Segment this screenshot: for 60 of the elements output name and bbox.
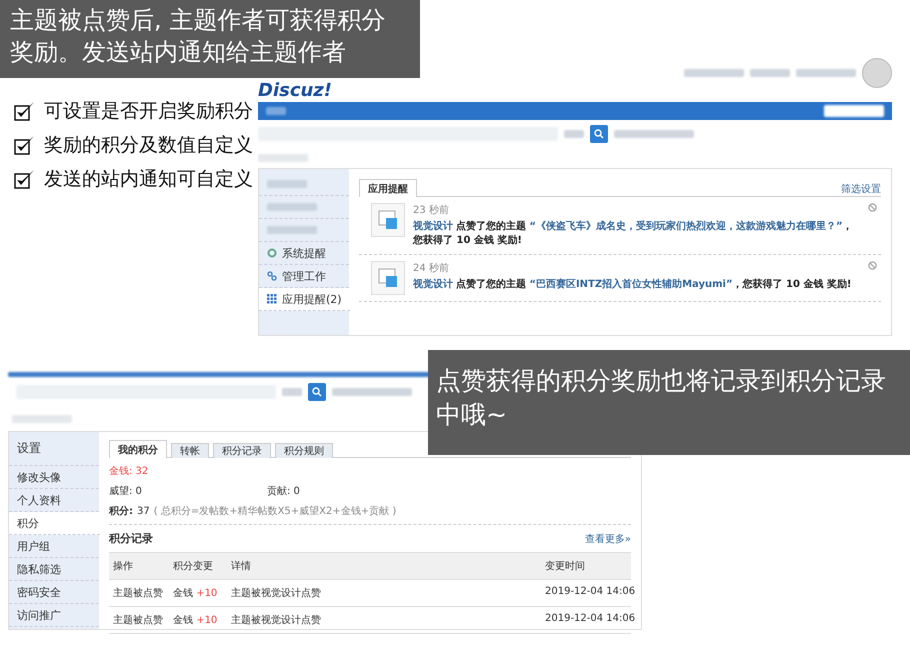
avatar [862,58,892,88]
sidebar-item[interactable]: 密码安全 [9,581,99,604]
search-icon [312,387,322,397]
caption: 主题被点赞后, 主题作者可获得积分奖励。发送站内通知给主题作者 [0,0,420,78]
credits-formula: ( 总积分=发帖数+精华帖数X5+威望X2+金钱+贡献 ) [154,504,396,518]
search-button[interactable] [590,125,608,143]
notification-time: 23 秒前 [413,204,450,217]
notification-time: 24 秒前 [413,262,450,275]
tab[interactable]: 应用提醒 [359,179,417,197]
checkbox-tick-icon [14,101,36,121]
notification-text: 视觉设计 点赞了您的主题 “巴西赛区INTZ招入首位女性辅助Mayumi”，您获得了 10 金钱 奖励! [413,278,852,292]
checkbox-tick-icon [14,135,36,155]
link-icon [267,271,277,281]
tab[interactable]: 我的积分 [109,440,167,458]
tab[interactable]: 积分记录 [213,443,271,458]
grid-icon [267,294,277,304]
app-icon [371,261,405,295]
app-icon [371,203,405,237]
total-credits-value: 37 [137,506,150,516]
credit-type: 金钱 [173,615,193,626]
section-title: 积分记录 [109,531,153,546]
sidebar-item[interactable]: 应用提醒(2) [259,288,350,311]
column-header: 变更时间 [541,552,631,580]
block-icon[interactable] [868,261,877,270]
tab[interactable]: 转帐 [171,443,209,458]
feature-text: 奖励的积分及数值自定义 [44,133,253,158]
sidebar-item[interactable]: 系统提醒 [259,242,349,265]
table-cell: 主题被视觉设计点赞 [227,580,541,607]
sidebar-item[interactable]: 用户组 [9,535,99,558]
sidebar-item[interactable]: 积分 [9,512,100,535]
sidebar-item[interactable]: 修改头像 [9,466,99,489]
notification-text: 视觉设计 点赞了您的主题 “《侠盗飞车》成名史，受到玩家们热烈欢迎，这款游戏魅力在哪里？”，您获得了 10 金钱 奖励! [413,220,854,248]
sidebar-item[interactable]: 访问推广 [9,604,99,627]
table-cell: 主题被点赞 [109,580,169,607]
prestige-value: 威望: 0 [109,484,143,498]
feature-text: 发送的站内通知可自定义 [44,167,253,192]
column-header: 积分变更 [169,552,227,580]
column-header: 操作 [109,552,169,580]
search-icon [594,129,604,139]
table-cell: 主题被视觉设计点赞 [227,607,541,634]
view-more-link[interactable]: 查看更多» [584,532,631,546]
caption: 点赞获得的积分奖励也将记录到积分记录中哦~ [428,350,910,455]
table-cell: 主题被点赞 [109,607,169,634]
total-credits-label: 积分: [109,504,133,518]
tab[interactable]: 积分规则 [275,443,333,458]
credit-amount: +10 [196,615,218,626]
checkbox-tick-icon [14,169,36,189]
gear-icon [267,248,277,258]
money-value: 金钱: 32 [109,465,150,478]
logo: Discuz! [258,82,332,100]
credit-type: 金钱 [173,588,193,599]
contribution-value: 贡献: 0 [267,484,300,498]
credit-amount: +10 [196,588,218,599]
filter-settings-link[interactable]: 筛选设置 [841,182,881,196]
block-icon[interactable] [868,203,877,212]
feature-text: 可设置是否开启奖励积分 [44,99,253,124]
sidebar-title: 设置 [9,432,99,466]
column-header: 详情 [227,552,541,580]
search-button[interactable] [308,383,326,401]
sidebar-item[interactable]: 隐私筛选 [9,558,99,581]
